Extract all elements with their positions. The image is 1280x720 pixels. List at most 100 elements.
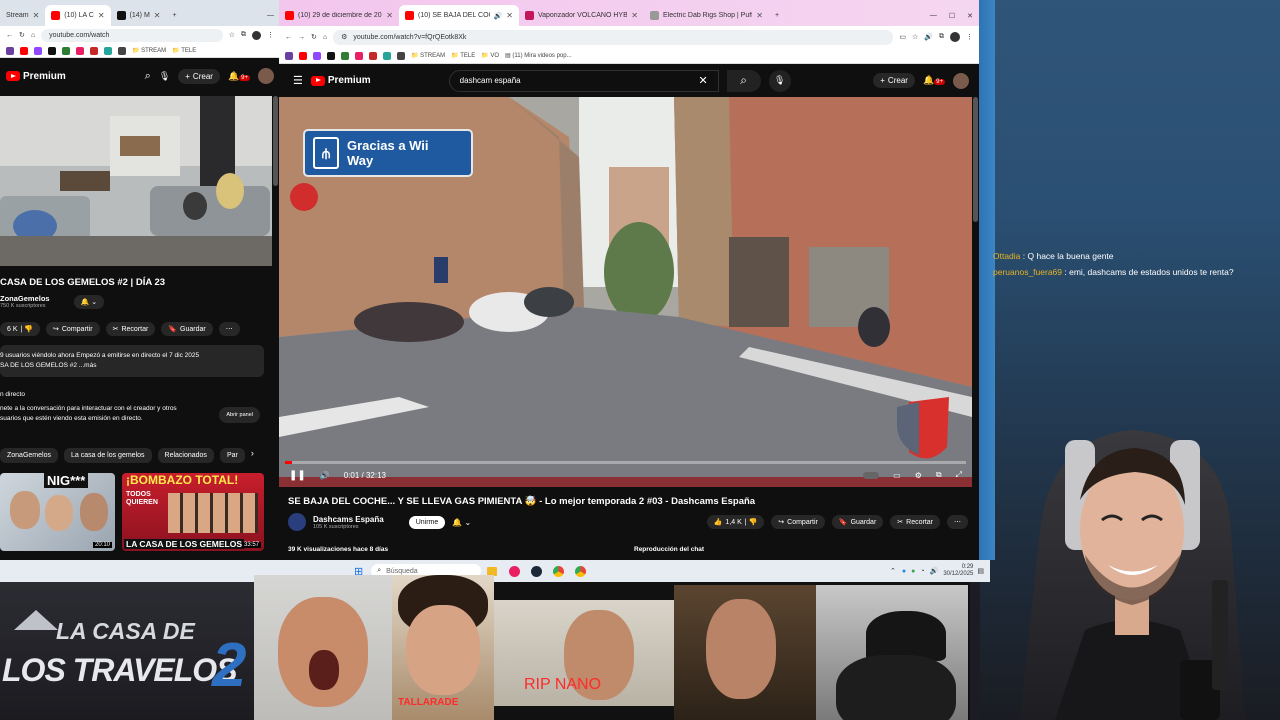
scrollbar[interactable] bbox=[273, 96, 278, 186]
yt-logo[interactable]: Premium bbox=[310, 75, 371, 86]
mic-icon[interactable]: 🎙 bbox=[159, 71, 170, 82]
share-button[interactable]: ↪ Compartir bbox=[771, 515, 825, 529]
bookmark-icon[interactable] bbox=[62, 46, 70, 55]
bookmark-icon[interactable] bbox=[383, 51, 391, 60]
bookmark-link[interactable]: ▤ (11) Mira videos pop... bbox=[505, 52, 572, 59]
subtitles-icon[interactable]: ▭ bbox=[893, 471, 901, 480]
right-url-field[interactable]: ⚙ youtube.com/watch?v=fQrQEotk8Xk bbox=[333, 29, 894, 45]
clock[interactable]: 0:29 30/12/2025 bbox=[943, 564, 973, 578]
avatar[interactable] bbox=[258, 68, 274, 84]
right-tab-3[interactable]: Vaporizador VOLCANO HYBRI ✕ bbox=[519, 5, 644, 26]
clip-button[interactable]: ✂ Recortar bbox=[890, 515, 940, 529]
scrollbar[interactable] bbox=[973, 97, 978, 222]
bookmark-icon[interactable] bbox=[118, 46, 126, 55]
close-icon[interactable]: ✕ bbox=[154, 11, 161, 20]
tray-icon[interactable]: ● bbox=[911, 568, 915, 575]
bookmark-icon[interactable] bbox=[20, 46, 28, 55]
back-icon[interactable]: ← bbox=[285, 34, 292, 41]
left-url-field[interactable]: youtube.com/watch bbox=[41, 28, 223, 42]
miniplayer-icon[interactable]: ⧉ bbox=[936, 470, 942, 480]
create-button[interactable]: + Crear bbox=[178, 68, 220, 84]
speaker-icon[interactable]: 🔊 bbox=[494, 12, 503, 20]
progress-bar[interactable] bbox=[285, 461, 966, 464]
tray-chevron-icon[interactable]: ⌃ bbox=[890, 567, 896, 575]
bookmark-folder[interactable]: 📁 STREAM bbox=[132, 47, 166, 54]
more-button[interactable]: ⋯ bbox=[218, 322, 240, 336]
star-icon[interactable]: ☆ bbox=[229, 31, 235, 39]
hamburger-icon[interactable]: ☰ bbox=[293, 74, 303, 87]
fullscreen-icon[interactable]: ⤢ bbox=[956, 470, 962, 480]
profile-icon[interactable] bbox=[252, 30, 261, 40]
right-tab-4[interactable]: Electric Dab Rigs Shop | Puffco ✕ bbox=[644, 5, 769, 26]
subscribe-bell-button[interactable]: 🔔 ⌄ bbox=[73, 294, 105, 309]
chrome-icon[interactable] bbox=[575, 565, 587, 577]
cast-icon[interactable]: ▭ bbox=[899, 33, 906, 41]
search-button[interactable]: ⌕ bbox=[726, 69, 761, 92]
bookmark-icon[interactable] bbox=[90, 46, 98, 55]
bookmark-icon[interactable] bbox=[313, 51, 321, 60]
join-button[interactable]: Unirme bbox=[408, 515, 446, 529]
bookmark-icon[interactable] bbox=[34, 46, 42, 55]
notifications-icon[interactable]: ▤ bbox=[977, 567, 984, 575]
left-video-player[interactable] bbox=[0, 96, 272, 266]
chrome-icon[interactable] bbox=[553, 565, 565, 577]
chat-user[interactable]: Ottadia bbox=[993, 251, 1020, 261]
channel-name[interactable]: ZonaGemelos bbox=[0, 294, 50, 303]
wifi-icon[interactable]: ◔ bbox=[920, 568, 924, 575]
bookmark-icon[interactable] bbox=[369, 51, 377, 60]
left-tab-active[interactable]: (10) LA C ✕ bbox=[45, 5, 111, 26]
reload-icon[interactable]: ↻ bbox=[19, 31, 25, 39]
home-icon[interactable]: ⌂ bbox=[323, 34, 327, 41]
chip[interactable]: La casa de los gemelos bbox=[63, 448, 152, 463]
minimize-icon[interactable]: — bbox=[924, 5, 943, 26]
bell-icon[interactable]: 🔔 9+ bbox=[923, 75, 945, 86]
left-description-box[interactable]: 9 usuarios viéndolo ahora Empezó a emiti… bbox=[0, 345, 264, 377]
extensions-icon[interactable]: ⧉ bbox=[939, 33, 944, 41]
extensions-icon[interactable]: ⧉ bbox=[241, 31, 246, 39]
search-box[interactable]: dashcam españa ✕ bbox=[448, 69, 719, 92]
volume-icon[interactable]: 🔊 bbox=[320, 471, 330, 480]
app-icon[interactable] bbox=[509, 565, 521, 577]
minimize-icon[interactable]: — bbox=[261, 5, 280, 26]
channel-avatar[interactable] bbox=[288, 513, 306, 531]
chip[interactable]: Relacionados bbox=[157, 448, 214, 463]
bookmark-icon[interactable] bbox=[355, 51, 363, 60]
volume-icon[interactable]: 🔊 bbox=[930, 567, 939, 575]
chat-replay-label[interactable]: Reproducción del chat bbox=[634, 546, 704, 553]
right-tab-active[interactable]: (10) SE BAJA DEL COCHE... 🔊✕ bbox=[399, 5, 519, 26]
bookmark-folder[interactable]: 📁 VO bbox=[481, 52, 499, 59]
left-tab-third[interactable]: (14) M ✕ bbox=[111, 5, 167, 26]
close-icon[interactable]: ✕ bbox=[98, 11, 105, 20]
search-input[interactable]: dashcam españa bbox=[460, 76, 521, 85]
bookmark-icon[interactable] bbox=[341, 51, 349, 60]
bell-icon[interactable]: 🔔 9+ bbox=[228, 71, 250, 82]
close-window-icon[interactable]: ✕ bbox=[961, 5, 979, 26]
create-button[interactable]: + Crear bbox=[873, 73, 915, 88]
bookmark-folder[interactable]: 📁 STREAM bbox=[411, 52, 445, 59]
mic-icon[interactable]: 🎙 bbox=[768, 69, 791, 92]
reload-icon[interactable]: ↻ bbox=[311, 33, 317, 41]
bookmark-folder[interactable]: 📁 TELE bbox=[451, 52, 475, 59]
site-info-icon[interactable]: ⚙ bbox=[341, 33, 347, 41]
save-button[interactable]: 🔖 Guardar bbox=[831, 515, 884, 529]
close-icon[interactable]: ✕ bbox=[631, 11, 638, 20]
close-icon[interactable]: ✕ bbox=[33, 11, 40, 20]
bookmark-icon[interactable] bbox=[299, 51, 307, 60]
autoplay-toggle[interactable] bbox=[863, 471, 880, 479]
avatar[interactable] bbox=[953, 72, 969, 89]
tray-icon[interactable]: ● bbox=[902, 568, 906, 575]
home-icon[interactable]: ⌂ bbox=[31, 32, 35, 39]
bookmark-icon[interactable] bbox=[104, 46, 112, 55]
share-button[interactable]: ↪ Compartir bbox=[46, 322, 100, 336]
bookmark-icon[interactable] bbox=[327, 51, 335, 60]
bookmark-icon[interactable] bbox=[76, 46, 84, 55]
like-button[interactable]: 👍 1,4 K | 👎 bbox=[706, 515, 765, 529]
left-tab-stream[interactable]: Stream ✕ bbox=[0, 5, 45, 26]
forward-icon[interactable]: → bbox=[298, 34, 305, 41]
left-thumb-1[interactable]: NIG*** 20:10 bbox=[0, 473, 115, 551]
steam-icon[interactable] bbox=[531, 565, 543, 577]
audio-icon[interactable]: 🔊 bbox=[924, 33, 933, 41]
back-icon[interactable]: ← bbox=[6, 32, 13, 39]
menu-icon[interactable]: ⋮ bbox=[966, 33, 973, 41]
more-button[interactable]: ⋯ bbox=[947, 515, 968, 529]
